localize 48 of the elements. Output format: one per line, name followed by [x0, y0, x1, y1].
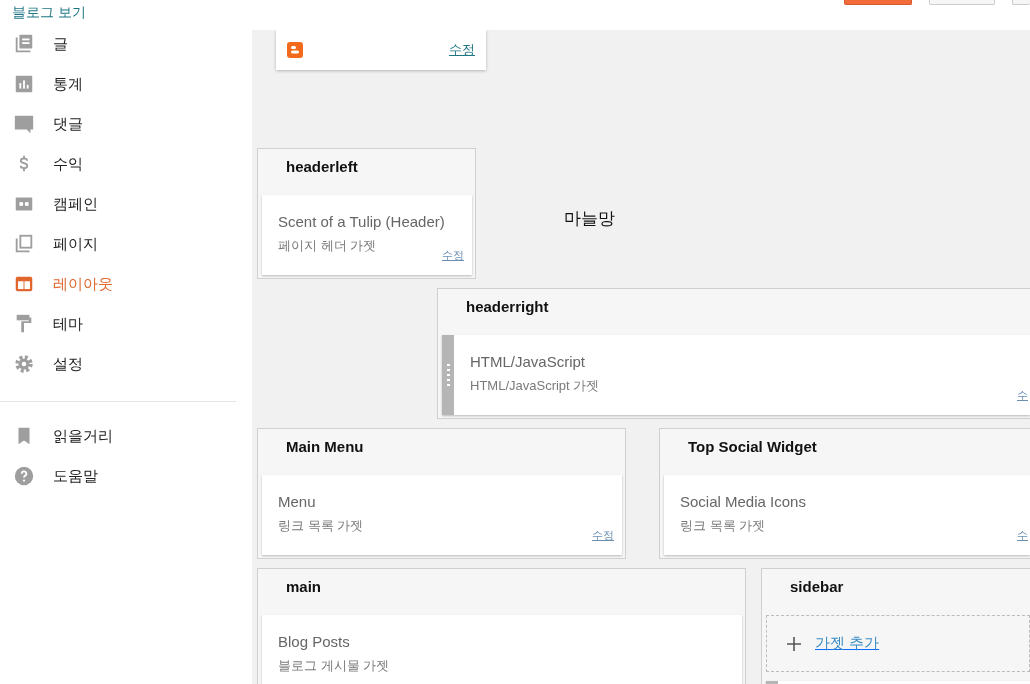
- nav-item[interactable]: 도움말: [0, 456, 252, 496]
- nav-item[interactable]: 설정: [0, 344, 252, 384]
- widget-title: HTML/JavaScript: [470, 352, 587, 372]
- widget-type: 페이지 헤더 가젯: [278, 238, 378, 254]
- pages-icon: [13, 233, 35, 255]
- add-gadget-button[interactable]: 가젯 추가: [766, 615, 1030, 672]
- nav-item[interactable]: 글: [0, 24, 252, 64]
- edit-link[interactable]: 수정: [592, 526, 614, 543]
- chart-icon: [13, 73, 35, 95]
- help-icon: [13, 465, 35, 487]
- posts-icon: [13, 33, 35, 55]
- nav-item[interactable]: 읽을거리: [0, 416, 252, 456]
- blog-title: 마늘망: [564, 207, 615, 230]
- section-title: headerright: [465, 297, 550, 317]
- nav-item[interactable]: 통계: [0, 64, 252, 104]
- comment-icon: [13, 113, 35, 135]
- toolbar-button[interactable]: [929, 0, 995, 5]
- widget-type: 링크 목록 가젯: [680, 518, 767, 534]
- settings-icon: [13, 353, 35, 375]
- edit-link[interactable]: 수정: [449, 40, 475, 60]
- edit-link[interactable]: 수: [1017, 526, 1028, 543]
- plus-icon: [787, 636, 801, 651]
- blogger-logo-icon: [287, 42, 303, 58]
- section-title: Top Social Widget: [687, 437, 818, 457]
- nav-item[interactable]: 페이지: [0, 224, 252, 264]
- widget-title: Blog Posts: [278, 632, 351, 652]
- widget-type: 블로그 게시물 가젯: [278, 658, 391, 674]
- section-title: main: [285, 577, 322, 597]
- grip-icon: [446, 364, 450, 386]
- widget-title: Social Media Icons: [680, 492, 807, 512]
- section-title: sidebar: [789, 577, 845, 597]
- section-title: Main Menu: [285, 437, 365, 457]
- widget-type: 링크 목록 가젯: [278, 518, 365, 534]
- widget-title: Scent of a Tulip (Header): [278, 212, 446, 232]
- toolbar-button[interactable]: [1012, 0, 1030, 5]
- view-blog-link[interactable]: 블로그 보기: [12, 3, 86, 21]
- toolbar-button[interactable]: [844, 0, 912, 5]
- drag-handle[interactable]: [442, 335, 454, 415]
- section-title: headerleft: [285, 157, 359, 177]
- nav-item[interactable]: 댓글: [0, 104, 252, 144]
- nav-item[interactable]: 캠페인: [0, 184, 252, 224]
- widget-type: HTML/JavaScript 가젯: [470, 378, 601, 394]
- nav-item[interactable]: 테마: [0, 304, 252, 344]
- edit-link[interactable]: 수정: [442, 246, 464, 263]
- nav-item[interactable]: 레이아웃: [0, 264, 252, 304]
- edit-link[interactable]: 수: [1017, 386, 1028, 403]
- widget-title: Menu: [278, 492, 317, 512]
- nav-item[interactable]: 수익: [0, 144, 252, 184]
